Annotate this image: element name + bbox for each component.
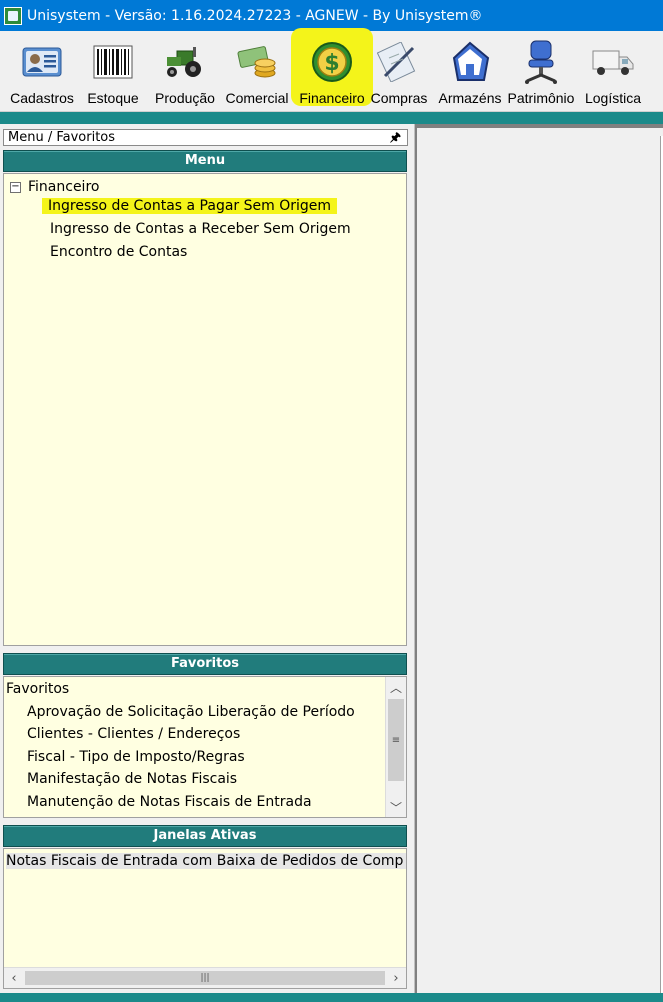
module-toolbar: Cadastros Estoque Produção Comercial $ F…: [0, 28, 663, 112]
favorites-scrollbar[interactable]: ︿ ≡ ﹀: [385, 677, 406, 817]
active-windows-section-header[interactable]: Janelas Ativas: [3, 825, 407, 847]
favorite-item[interactable]: Clientes - Clientes / Endereços: [27, 726, 240, 742]
truck-icon: [590, 39, 636, 85]
toolbar-estoque-button[interactable]: Estoque: [80, 31, 146, 111]
barcode-icon: [90, 39, 136, 85]
toolbar-label: Logística: [584, 90, 642, 106]
toolbar-label: Cadastros: [10, 90, 74, 106]
app-icon: [4, 6, 22, 25]
favorite-item[interactable]: Fiscal - Tipo de Imposto/Regras: [27, 749, 245, 765]
house-icon: [447, 39, 493, 85]
favorites-root[interactable]: Favoritos: [6, 681, 69, 697]
toolbar-financeiro-button[interactable]: $ Financeiro: [291, 28, 373, 111]
money-coins-icon: [234, 39, 280, 85]
toolbar-label: Compras: [370, 90, 428, 106]
toolbar-label: Comercial: [225, 90, 289, 106]
toolbar-cadastros-button[interactable]: Cadastros: [4, 31, 80, 111]
window-title: Unisystem - Versão: 1.16.2024.27223 - AG…: [27, 7, 483, 24]
favorite-item[interactable]: Manifestação de Notas Fiscais: [27, 771, 237, 787]
scroll-left-icon[interactable]: ‹: [4, 968, 24, 988]
collapse-icon[interactable]: −: [10, 181, 21, 193]
toolbar-armazens-button[interactable]: Armazéns: [436, 31, 504, 111]
scroll-down-icon[interactable]: ﹀: [386, 797, 406, 817]
toolbar-comercial-button[interactable]: Comercial: [224, 31, 290, 111]
office-chair-icon: [518, 39, 564, 85]
toolbar-logistica-button[interactable]: Logística: [578, 31, 648, 111]
pen-document-icon: [376, 39, 422, 85]
scroll-right-icon[interactable]: ›: [386, 968, 406, 988]
toolbar-label: Armazéns: [438, 90, 502, 106]
active-windows-list: Notas Fiscais de Entrada com Baixa de Pe…: [3, 848, 407, 989]
scroll-thumb[interactable]: ≡: [388, 699, 404, 781]
toolbar-separator: [0, 112, 663, 124]
workspace-background: [417, 128, 663, 993]
id-card-icon: [19, 39, 65, 85]
menu-tree: − Financeiro Ingresso de Contas a Pagar …: [3, 173, 407, 646]
toolbar-label: Patrimônio: [507, 90, 575, 106]
status-band: [0, 993, 663, 1002]
tree-node-financeiro[interactable]: − Financeiro: [10, 179, 99, 195]
active-window-item[interactable]: Notas Fiscais de Entrada com Baixa de Pe…: [6, 853, 406, 869]
menu-favorites-panel: Menu / Favoritos 🖈 Menu − Financeiro Ing…: [0, 124, 412, 993]
svg-text:$: $: [324, 51, 339, 76]
tractor-icon: [162, 39, 208, 85]
toolbar-label: Produção: [155, 90, 215, 106]
toolbar-producao-button[interactable]: Produção: [150, 31, 220, 111]
favorites-section-header[interactable]: Favoritos: [3, 653, 407, 675]
mdi-workspace: [414, 124, 663, 993]
scroll-up-icon[interactable]: ︿: [386, 677, 406, 697]
menu-item-contas-a-pagar[interactable]: Ingresso de Contas a Pagar Sem Origem: [42, 198, 338, 214]
pin-icon[interactable]: 🖈: [390, 130, 401, 145]
scroll-thumb[interactable]: |||: [25, 971, 385, 985]
dollar-coin-icon: $: [309, 39, 355, 85]
toolbar-patrimonio-button[interactable]: Patrimônio: [506, 31, 576, 111]
title-bar: Unisystem - Versão: 1.16.2024.27223 - AG…: [0, 0, 663, 31]
menu-item-encontro-de-contas[interactable]: Encontro de Contas: [50, 244, 187, 260]
menu-section-header[interactable]: Menu: [3, 150, 407, 172]
favorite-item[interactable]: Aprovação de Solicitação Liberação de Pe…: [27, 704, 355, 720]
menu-item-contas-a-receber[interactable]: Ingresso de Contas a Receber Sem Origem: [50, 221, 351, 237]
favorites-list: Favoritos Aprovação de Solicitação Liber…: [3, 676, 407, 818]
panel-caption-text: Menu / Favoritos: [8, 130, 116, 145]
toolbar-label: Financeiro: [299, 90, 365, 106]
active-windows-scrollbar[interactable]: ‹ ||| ›: [4, 967, 406, 988]
favorite-item[interactable]: Manutenção de Notas Fiscais de Entrada: [27, 794, 312, 810]
toolbar-label: Estoque: [87, 90, 139, 106]
tree-node-label: Financeiro: [28, 179, 100, 195]
panel-caption: Menu / Favoritos 🖈: [3, 129, 408, 146]
toolbar-compras-button[interactable]: Compras: [370, 31, 428, 111]
